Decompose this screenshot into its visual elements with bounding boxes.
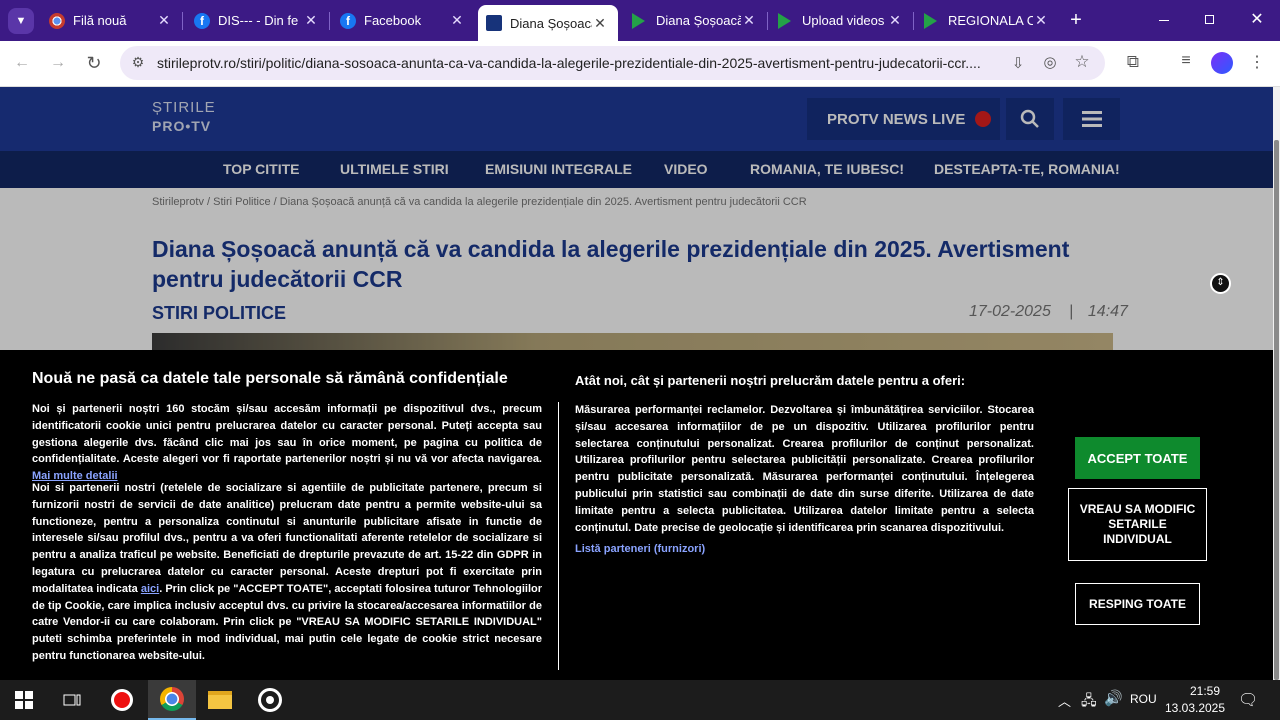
modify-settings-button[interactable]: VREAU SA MODIFIC SETARILE INDIVIDUAL bbox=[1068, 488, 1207, 561]
install-app-icon[interactable]: ⇩ bbox=[1006, 54, 1030, 72]
tab-title: Diana Șoșoacă bbox=[510, 15, 592, 31]
tab-regionala[interactable]: REGIONALA C ✕ bbox=[922, 0, 1057, 41]
taskbar-chrome[interactable] bbox=[148, 680, 196, 720]
tab-dis-facebook[interactable]: f DIS--- - Din fe ✕ bbox=[192, 0, 327, 41]
forward-icon[interactable]: → bbox=[46, 54, 70, 72]
folder-icon bbox=[208, 691, 232, 709]
tab-separator bbox=[182, 12, 183, 30]
tab-title: Diana Șoșoacă bbox=[656, 13, 741, 28]
browser-toolbar: ← → ↻ ⚙ stirileprotv.ro/stiri/politic/di… bbox=[0, 41, 1280, 87]
tab-separator bbox=[767, 12, 768, 30]
browser-tab-strip: ▼ Filă nouă ✕ f DIS--- - Din fe ✕ f Face… bbox=[0, 0, 1280, 41]
accept-all-button[interactable]: ACCEPT TOATE bbox=[1075, 437, 1200, 479]
network-icon[interactable]: 🖧 bbox=[1081, 690, 1097, 714]
tab-separator bbox=[913, 12, 914, 30]
bookmark-star-icon[interactable]: ☆ bbox=[1070, 52, 1094, 72]
taskbar-obs[interactable] bbox=[246, 680, 294, 720]
close-icon[interactable]: ✕ bbox=[303, 12, 319, 29]
consent-text: Noi si partenerii nostri (retelele de so… bbox=[32, 482, 542, 595]
consent-text: Noi și partenerii noștri bbox=[32, 403, 167, 415]
scrollbar-thumb[interactable] bbox=[1274, 140, 1279, 680]
purposes-text: Măsurarea performanței reclamelor. Dezvo… bbox=[575, 404, 1034, 534]
tab-title: Upload videos bbox=[802, 13, 885, 28]
chrome-icon bbox=[160, 687, 184, 711]
media-icon bbox=[924, 12, 940, 29]
protv-icon bbox=[486, 15, 502, 31]
close-icon[interactable]: ✕ bbox=[592, 15, 608, 32]
facebook-icon: f bbox=[194, 12, 210, 29]
partner-count: 160 bbox=[166, 403, 185, 415]
consent-paragraph-2: Noi si partenerii nostri (retelele de so… bbox=[32, 480, 542, 665]
cookie-consent-banner: Nouă ne pasă ca datele tale personale să… bbox=[0, 350, 1273, 680]
chevron-down-icon: ▼ bbox=[15, 15, 27, 27]
back-icon[interactable]: ← bbox=[10, 54, 34, 72]
extensions-icon[interactable]: ⧉ bbox=[1121, 52, 1145, 72]
tab-new-tab[interactable]: Filă nouă ✕ bbox=[45, 0, 180, 41]
profile-avatar[interactable] bbox=[1211, 52, 1233, 74]
start-button[interactable] bbox=[0, 680, 48, 720]
tracking-protection-icon[interactable]: ◎ bbox=[1038, 53, 1062, 71]
notifications-icon[interactable]: 🗨 bbox=[1238, 690, 1258, 710]
taskbar-file-explorer[interactable] bbox=[196, 680, 244, 720]
clock-time[interactable]: 21:59 bbox=[1172, 684, 1238, 698]
tab-diana-sosoaca[interactable]: Diana Șoșoacă ✕ bbox=[630, 0, 765, 41]
consent-paragraph-1: Noi și partenerii noștri 160 stocăm și/s… bbox=[32, 401, 542, 485]
close-icon: ✕ bbox=[1250, 11, 1264, 28]
clock-date[interactable]: 13.03.2025 bbox=[1162, 701, 1228, 715]
close-icon[interactable]: ✕ bbox=[887, 12, 903, 29]
media-icon bbox=[778, 12, 794, 29]
close-icon[interactable]: ✕ bbox=[1033, 12, 1049, 29]
minimize-button[interactable] bbox=[1150, 10, 1178, 30]
tab-title: DIS--- - Din fe bbox=[218, 13, 299, 28]
restore-button[interactable] bbox=[1196, 10, 1224, 30]
tab-upload-videos[interactable]: Upload videos ✕ bbox=[776, 0, 911, 41]
input-language[interactable]: ROU bbox=[1130, 692, 1157, 706]
purposes-title: Atât noi, cât și partenerii noștri prelu… bbox=[575, 373, 966, 388]
chrome-icon bbox=[49, 12, 65, 29]
tab-title: Filă nouă bbox=[73, 13, 127, 28]
taskbar-recorder[interactable] bbox=[98, 680, 146, 720]
plus-icon: + bbox=[1070, 9, 1082, 31]
facebook-icon: f bbox=[340, 12, 356, 29]
close-window-button[interactable]: ✕ bbox=[1243, 8, 1271, 32]
show-hidden-icons[interactable]: ︿ bbox=[1058, 691, 1071, 710]
partners-list-link[interactable]: Listă parteneri (furnizori) bbox=[575, 543, 705, 555]
rights-here-link[interactable]: aici bbox=[141, 583, 159, 595]
tab-title: Facebook bbox=[364, 13, 422, 28]
page-dim-overlay bbox=[0, 87, 1273, 350]
close-icon[interactable]: ✕ bbox=[156, 12, 172, 29]
consent-divider bbox=[558, 402, 559, 670]
restore-icon bbox=[1205, 15, 1214, 24]
record-icon bbox=[111, 689, 133, 711]
close-icon[interactable]: ✕ bbox=[741, 12, 757, 29]
address-bar[interactable]: ⚙ stirileprotv.ro/stiri/politic/diana-so… bbox=[120, 46, 1105, 80]
reject-all-button[interactable]: RESPING TOATE bbox=[1075, 583, 1200, 625]
task-view-icon bbox=[63, 694, 81, 706]
minimize-icon bbox=[1159, 20, 1169, 21]
new-tab-button[interactable]: + bbox=[1064, 7, 1088, 33]
tab-search-button[interactable]: ▼ bbox=[8, 8, 34, 34]
windows-taskbar: ︿ 🖧 🔊 ROU 21:59 13.03.2025 🗨 bbox=[0, 680, 1280, 720]
task-view-button[interactable] bbox=[48, 680, 96, 720]
url-text[interactable]: stirileprotv.ro/stiri/politic/diana-soso… bbox=[157, 55, 1002, 71]
media-control-icon[interactable]: ≡ bbox=[1174, 52, 1198, 70]
volume-icon[interactable]: 🔊 bbox=[1104, 689, 1123, 707]
autoscroll-icon: ⇕ bbox=[1210, 273, 1231, 294]
reload-icon[interactable]: ↻ bbox=[82, 53, 106, 74]
obs-icon bbox=[258, 688, 282, 712]
more-menu-icon[interactable]: ⋮ bbox=[1245, 52, 1269, 72]
close-icon[interactable]: ✕ bbox=[449, 12, 465, 29]
windows-logo-icon bbox=[15, 691, 33, 709]
media-icon bbox=[632, 12, 648, 29]
site-info-icon[interactable]: ⚙ bbox=[126, 54, 150, 71]
tab-facebook[interactable]: f Facebook ✕ bbox=[338, 0, 473, 41]
tab-diana-sosoaca-active[interactable]: Diana Șoșoacă ✕ bbox=[478, 5, 618, 41]
consent-title: Nouă ne pasă ca datele tale personale să… bbox=[32, 370, 508, 387]
tab-title: REGIONALA C bbox=[948, 13, 1033, 28]
tab-separator bbox=[329, 12, 330, 30]
